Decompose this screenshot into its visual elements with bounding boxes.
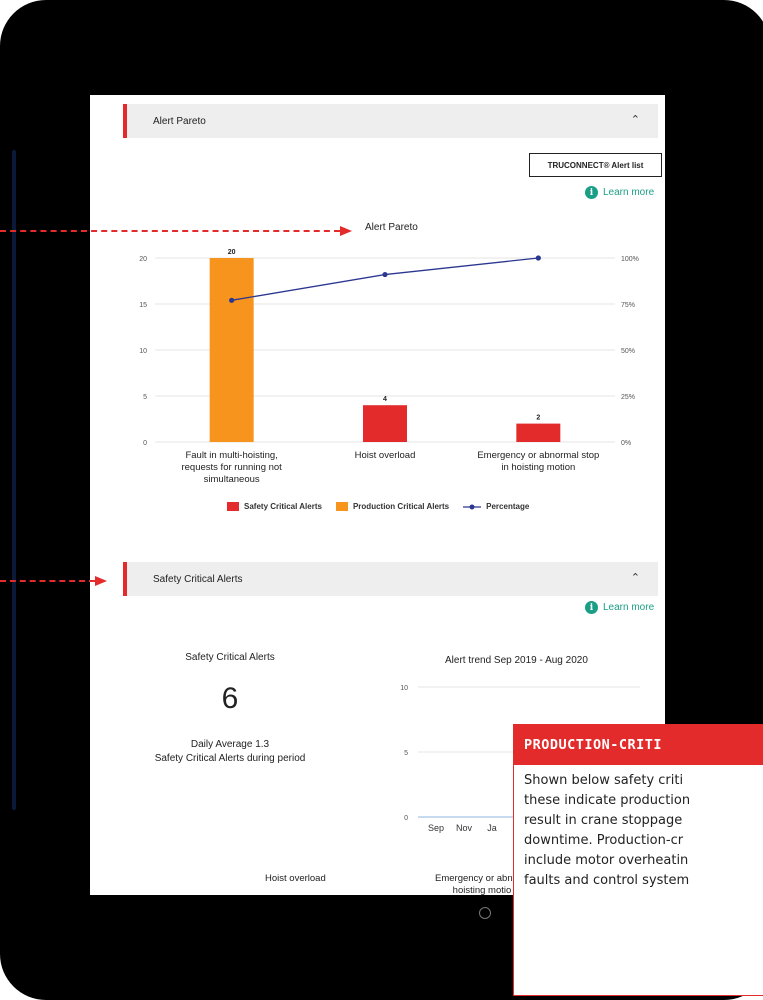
x-tick-label-line: in hoisting motion [501,462,576,473]
x-tick-label: Nov [456,823,473,833]
info-icon: i [585,186,598,199]
y-tick-label: 10 [400,685,408,692]
popup-line: faults and control system [524,873,690,888]
x-tick-label: Emergency or abnormal stop in hoisting mo… [463,450,613,474]
percentage-point [229,297,235,303]
y2-tick-label: 25% [621,394,635,401]
popup-line: Shown below safety criti [524,773,684,788]
y2-tick-label: 75% [621,302,635,309]
popup-body: Shown below safety criti these indicate … [514,765,763,891]
y-tick-label: 5 [143,394,147,401]
popup-line: include motor overheatin [524,853,689,868]
x-tick-label-line: Fault in multi-hoisting, [185,450,278,461]
x-tick-label: Hoist overload [310,450,460,462]
legend-swatch-production [335,502,348,511]
info-icon: i [585,601,598,614]
learn-more-link[interactable]: i Learn more [585,601,654,614]
y2-tick-label: 0% [621,440,631,445]
bottom-label-hoist-overload: Hoist overload [265,873,326,884]
y-tick-label: 15 [139,302,147,309]
pareto-chart-title: Alert Pareto [365,222,418,233]
kpi-daily-average: Daily Average 1.3 [190,739,270,750]
x-tick-label: Fault in multi-hoisting, requests for run… [157,450,307,486]
bar-data-label: 4 [383,396,387,403]
kpi-subtitle: Daily Average 1.3 Safety Critical Alerts… [130,738,330,766]
percentage-point [535,255,541,261]
home-button[interactable] [479,907,491,919]
y-tick-label: 20 [139,256,147,263]
header-accent [123,562,127,596]
legend-item-percentage: Percentage [463,502,529,511]
kpi-title: Safety Critical Alerts [185,652,275,663]
pareto-bar [363,405,407,442]
y-tick-label: 0 [143,440,147,445]
pareto-chart: 0 0% 5 25% 10 50% 15 75% 20 100% 20 4 2 [139,249,639,445]
pareto-legend: Safety Critical Alerts Production Critic… [227,502,529,511]
y-tick-label: 5 [404,750,408,757]
x-tick-label: Ja [487,823,497,833]
y2-tick-label: 50% [621,348,635,355]
popup-line: result in crane stoppage [524,813,683,828]
percentage-line [231,257,539,301]
legend-item-safety: Safety Critical Alerts [227,502,322,511]
popup-line: these indicate production [524,793,691,808]
production-critical-popup: PRODUCTION-CRITI Shown below safety crit… [513,724,763,996]
y-tick-label: 0 [404,815,408,822]
bar-data-label: 2 [536,415,540,422]
legend-label-production: Production Critical Alerts [352,502,450,511]
alert-list-button[interactable]: TRUCONNECT® Alert list [529,153,662,177]
learn-more-label: Learn more [603,602,655,613]
tablet-bezel-edge [12,150,16,810]
legend-label-safety: Safety Critical Alerts [244,502,322,511]
popup-title: PRODUCTION-CRITI [514,725,763,765]
legend-swatch-percentage [463,504,482,509]
y-tick-label: 10 [139,348,147,355]
legend-label-percentage: Percentage [486,502,530,511]
pareto-bar [209,258,254,442]
bar-data-label: 20 [228,249,236,256]
annotation-line-safety [0,580,95,582]
annotation-line-pareto [0,230,340,232]
x-tick-label-line: Hoist overload [354,450,416,461]
legend-swatch-safety [227,502,239,511]
arrow-right-icon [340,226,352,236]
y2-tick-label: 100% [621,256,639,263]
kpi-value: 6 [221,682,239,715]
trend-chart-title: Alert trend Sep 2019 - Aug 2020 [445,655,588,666]
learn-more-label: Learn more [603,187,655,198]
header-accent [123,104,127,138]
x-tick-label-line: Emergency or abnormal stop [477,450,600,461]
x-tick-label-line: requests for running not [181,462,282,473]
learn-more-link[interactable]: i Learn more [585,186,654,199]
percentage-point [382,271,388,278]
chevron-up-icon[interactable]: ⌃ [631,113,640,126]
popup-line: downtime. Production-cr [524,833,684,848]
pareto-bar [516,423,561,442]
arrow-right-icon [95,576,107,586]
safety-alerts-header[interactable]: Safety Critical Alerts ⌃ [123,562,658,596]
kpi-period-note: Safety Critical Alerts during period [154,753,306,764]
alert-pareto-title: Alert Pareto [153,115,206,127]
legend-item-production: Production Critical Alerts [335,502,450,511]
chevron-up-icon[interactable]: ⌃ [631,571,640,584]
x-tick-label: Sep [428,823,444,833]
alert-pareto-header[interactable]: Alert Pareto ⌃ [123,104,658,138]
safety-alerts-title: Safety Critical Alerts [153,573,243,585]
x-tick-label-line: simultaneous [203,474,260,485]
